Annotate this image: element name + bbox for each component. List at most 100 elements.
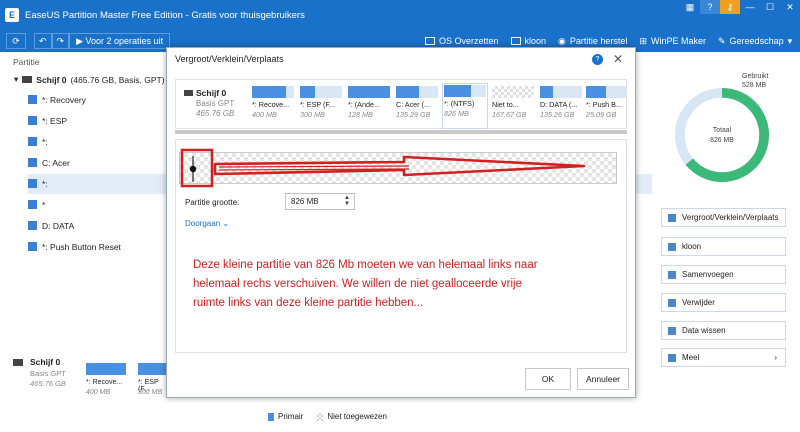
bottom-disk-label: Schijf 0 <box>30 357 61 367</box>
close-button[interactable]: ✕ <box>780 0 800 14</box>
more-button[interactable]: Meel › <box>661 348 786 367</box>
resize-icon <box>668 213 676 222</box>
disk-icon <box>22 76 33 83</box>
annotation-text: Deze kleine partitie van 826 Mb moeten w… <box>193 259 538 309</box>
disk-icon <box>13 359 23 366</box>
delete-button[interactable]: Verwijder <box>661 293 786 312</box>
recovery-icon: ◉ <box>558 35 566 46</box>
dialog-disk-info: Schijf 0 Basis GPT 465.76 GB <box>184 88 234 119</box>
unallocated-bar <box>492 86 534 98</box>
merge-button[interactable]: Samenvoegen <box>661 265 786 284</box>
play-icon: ▶ <box>76 35 86 46</box>
disk-map-scrollbar[interactable] <box>175 130 627 134</box>
ok-button[interactable]: OK <box>525 368 571 390</box>
delete-icon <box>668 298 676 307</box>
tools-icon: ✎ <box>718 35 726 46</box>
wipe-icon <box>668 326 676 335</box>
clone-partition-button[interactable]: kloon <box>661 237 786 256</box>
annotation-arrow-fill <box>218 165 410 171</box>
partition-size: 400 MB <box>86 389 111 396</box>
title-bar: E EaseUS Partition Master Free Edition -… <box>0 0 800 30</box>
partition-bar[interactable] <box>86 363 126 375</box>
partition-bar <box>396 86 438 98</box>
disk-icon <box>184 90 193 96</box>
total-label: Totaal <box>713 127 732 134</box>
dialog-title: Vergroot/Verklein/Verplaats <box>175 54 284 64</box>
bottom-disk-size: 465.76 GB <box>30 379 66 388</box>
partition-block[interactable]: *: Recove... 400 MB <box>252 86 294 126</box>
clone-button[interactable]: kloon <box>510 36 546 46</box>
refresh-button[interactable]: ⟳ <box>6 33 26 49</box>
annotation-overlay <box>180 148 586 188</box>
partition-bar <box>300 86 342 98</box>
partition-block[interactable]: *: Push B... 25.09 GB <box>586 86 626 126</box>
collapse-icon[interactable]: ▾ <box>14 74 18 85</box>
clone-icon <box>668 242 676 251</box>
dialog-help-icon[interactable]: ? <box>592 54 603 65</box>
column-header-partition: Partitie <box>13 57 40 67</box>
window-title: EaseUS Partition Master Free Edition - G… <box>25 9 305 21</box>
spinner-icon[interactable]: ▲ ▼ <box>344 195 350 207</box>
tools-button[interactable]: ✎ Gereedschap ▾ <box>718 36 792 47</box>
bottom-disk-type: Basis GPT <box>30 369 66 378</box>
dialog-close-icon[interactable]: ✕ <box>613 52 623 66</box>
disk-meta: (465.76 GB, Basis, GPT) <box>70 74 165 85</box>
partition-block[interactable]: *: (Ande... 128 MB <box>348 86 390 126</box>
wipe-data-button[interactable]: Data wissen <box>661 321 786 340</box>
annotation-box <box>180 148 214 188</box>
apply-operations-button[interactable]: ▶ Voor 2 operaties uit <box>69 33 171 49</box>
partition-size-label: Partitie grootte: <box>185 198 240 207</box>
resize-move-dialog: Vergroot/Verklein/Verplaats ? ✕ Schijf 0… <box>166 47 636 398</box>
os-migrate-button[interactable]: OS Overzetten <box>425 36 499 46</box>
legend: Primair Niet toegewezen <box>268 412 387 421</box>
partition-block[interactable]: C: Acer (... 135.29 GB <box>396 86 438 126</box>
chevron-right-icon: › <box>774 353 777 362</box>
bottom-disk-map: Schijf 0 Basis GPT 465.76 GB *: Recove..… <box>8 357 168 407</box>
slider-knob[interactable] <box>189 165 197 173</box>
minimize-button[interactable]: — <box>740 0 760 14</box>
usage-donut-chart: Totaal 826 MB <box>674 87 770 183</box>
used-label: Gebruikt <box>742 73 769 80</box>
disk-row[interactable]: ▾ Schijf 0 (465.76 GB, Basis, GPT) <box>14 74 165 85</box>
unallocated-swatch <box>317 412 324 421</box>
redo-button[interactable]: ↷ <box>51 33 70 49</box>
partition-recovery-button[interactable]: ◉ Partitie herstel <box>558 36 627 47</box>
windows-icon: ⊞ <box>639 35 647 46</box>
app-icon: E <box>5 8 19 22</box>
maximize-button[interactable]: ☐ <box>760 0 780 14</box>
legend-primary: Primair <box>268 412 303 421</box>
partition-bar <box>586 86 626 98</box>
partition-block-selected[interactable]: *: (NTFS) 826 MB <box>442 83 488 129</box>
partition-size: 300 MB <box>138 389 163 396</box>
partition-bar <box>444 85 486 97</box>
partition-bar[interactable] <box>138 363 168 375</box>
total-value: 826 MB <box>710 137 734 144</box>
winpe-button[interactable]: ⊞ WinPE Maker <box>639 36 706 47</box>
primary-swatch <box>268 412 274 421</box>
help-button[interactable]: ? <box>700 0 720 14</box>
undo-button[interactable]: ↶ <box>34 33 52 49</box>
disk-label: Schijf 0 <box>36 74 67 85</box>
partition-name: *: Recove... <box>86 379 123 386</box>
partition-block[interactable]: *: ESP (F... 300 MB <box>300 86 342 126</box>
partition-block[interactable]: D: DATA (... 135.26 GB <box>540 86 582 126</box>
monitor-icon <box>425 37 435 45</box>
chevron-down-icon: ▾ <box>787 35 793 46</box>
chevron-down-icon: ⌄ <box>222 219 230 228</box>
partition-bar <box>540 86 582 98</box>
advanced-toggle[interactable]: Doorgaan ⌄ <box>185 219 229 228</box>
key-button[interactable]: ⚷ <box>720 0 740 14</box>
window-controls: ▦ ? ⚷ — ☐ ✕ <box>680 0 800 14</box>
grid-icon[interactable]: ▦ <box>680 0 700 14</box>
cancel-button[interactable]: Annuleer <box>577 368 629 390</box>
clone-icon <box>510 37 521 45</box>
merge-icon <box>668 270 676 279</box>
partition-bar <box>348 86 390 98</box>
partition-bar <box>252 86 294 98</box>
resize-move-button[interactable]: Vergroot/Verklein/Verplaats <box>661 208 786 227</box>
more-icon <box>668 353 676 362</box>
partition-block-unallocated[interactable]: Niet to... 167.67 GB <box>492 86 534 126</box>
dialog-disk-map: Schijf 0 Basis GPT 465.76 GB *: Recove..… <box>175 79 627 129</box>
partition-size-input[interactable]: 826 MB ▲ ▼ <box>285 193 355 210</box>
legend-unallocated: Niet toegewezen <box>317 412 387 421</box>
